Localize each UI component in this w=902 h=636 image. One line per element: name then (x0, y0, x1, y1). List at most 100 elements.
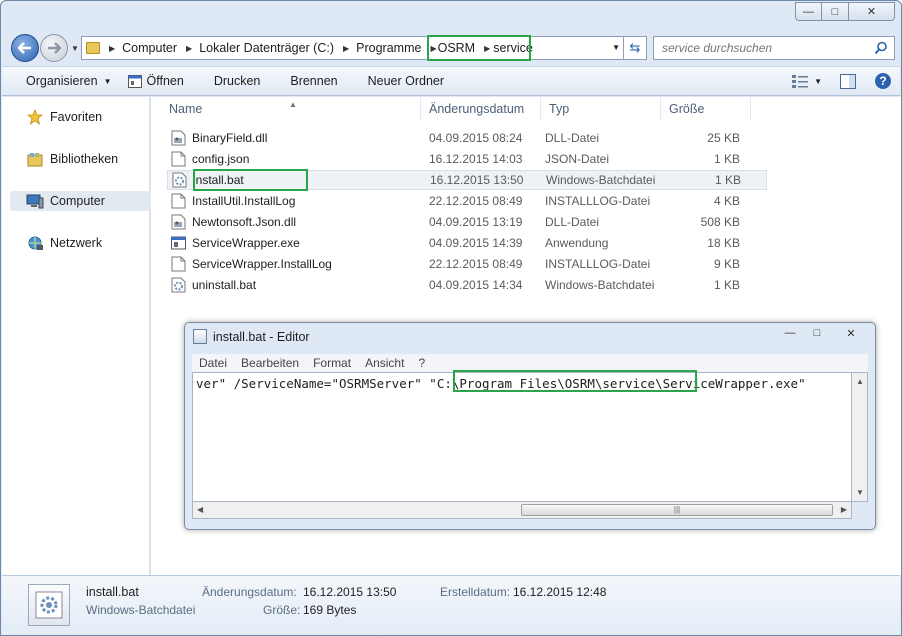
organize-button[interactable]: Organisieren ▼ (2, 74, 124, 88)
file-name-cell: BinaryField.dll (167, 130, 423, 146)
file-size: 25 KB (707, 131, 740, 145)
search-icon[interactable] (874, 41, 888, 55)
chevron-right-icon[interactable]: ▶ (343, 44, 349, 53)
details-pane: install.bat Windows-Batchdatei Änderungs… (2, 575, 900, 635)
recent-pages-dropdown[interactable]: ▼ (71, 44, 79, 53)
details-size-label: Größe: (263, 603, 301, 617)
editor-vertical-scrollbar[interactable]: ▲ ▼ (852, 372, 868, 502)
editor-close-button[interactable]: ✕ (831, 324, 871, 342)
file-row[interactable]: uninstall.bat 04.09.2015 14:34 Windows-Bat… (167, 275, 767, 295)
details-modified-value: 16.12.2015 13:50 (303, 585, 397, 599)
back-button[interactable] (11, 34, 39, 62)
refresh-button[interactable]: ⇆ (623, 36, 647, 60)
minimize-button[interactable]: — (795, 2, 822, 21)
scroll-left-arrow-icon[interactable]: ◀ (197, 505, 203, 514)
scroll-up-arrow-icon[interactable]: ▲ (856, 377, 864, 386)
print-label: Drucken (213, 74, 261, 88)
svg-text:?: ? (879, 74, 886, 88)
editor-line-prefix: ver" /ServiceName="OSRMServer" " (196, 376, 437, 391)
burn-button[interactable]: Brennen (272, 74, 349, 88)
menu-format[interactable]: Format (306, 354, 358, 372)
column-date[interactable]: Änderungsdatum (421, 97, 541, 121)
nav-label-network: Netzwerk (50, 236, 103, 250)
column-name-label: Name (169, 102, 203, 116)
menu-ansicht[interactable]: Ansicht (358, 354, 411, 372)
editor-horizontal-scrollbar[interactable]: ◀ ||| ▶ (192, 502, 852, 519)
file-row[interactable]: ServiceWrapper.InstallLog 22.12.2015 08:4… (167, 254, 767, 274)
file-date: 04.09.2015 08:24 (429, 131, 523, 145)
column-name[interactable]: Name ▲ (151, 97, 421, 121)
file-row[interactable]: ServiceWrapper.exe 04.09.2015 14:39 Anwend… (167, 233, 767, 253)
details-modified-label: Änderungsdatum: (202, 585, 297, 599)
menu-help[interactable]: ? (411, 354, 432, 372)
file-size: 9 KB (713, 257, 740, 271)
folder-icon (86, 42, 100, 54)
change-view-button[interactable]: ▼ (792, 74, 822, 88)
file-icon (171, 151, 186, 167)
file-icon (171, 256, 186, 272)
print-button[interactable]: Drucken (196, 74, 273, 88)
file-date: 04.09.2015 14:34 (429, 278, 523, 292)
chevron-right-icon[interactable]: ▶ (186, 44, 192, 53)
nav-item-libraries[interactable]: Bibliotheken (26, 149, 164, 169)
dll-icon (171, 130, 186, 146)
view-controls: ▼ ? (792, 72, 892, 90)
computer-icon (26, 193, 44, 209)
star-icon (26, 109, 44, 125)
file-date: 22.12.2015 08:49 (429, 194, 523, 208)
nav-item-computer[interactable]: Computer (10, 191, 150, 211)
file-row[interactable]: Newtonsoft.Json.dll 04.09.2015 13:19 DLL-D… (167, 212, 767, 232)
chevron-down-icon: ▼ (814, 76, 822, 86)
path-highlight-box (453, 370, 697, 392)
file-row[interactable]: config.json 16.12.2015 14:03 JSON-Datei 1 K… (167, 149, 767, 169)
forward-button[interactable] (40, 34, 68, 62)
new-folder-button[interactable]: Neuer Ordner (350, 74, 456, 88)
notepad-icon (193, 329, 207, 344)
file-date: 16.12.2015 14:03 (429, 152, 523, 166)
nav-item-network[interactable]: Netzwerk (26, 233, 164, 253)
file-name: Newtonsoft.Json.dll (192, 215, 297, 229)
editor-maximize-button[interactable]: □ (804, 324, 830, 342)
horizontal-scroll-thumb[interactable]: ||| (521, 504, 833, 516)
editor-window: install.bat - Editor — □ ✕ Datei Bearbei… (184, 322, 876, 530)
file-name-cell: ServiceWrapper.InstallLog (167, 256, 423, 272)
file-type: DLL-Datei (545, 215, 600, 229)
file-row[interactable]: InstallUtil.InstallLog 22.12.2015 08:49 IN… (167, 191, 767, 211)
close-button[interactable]: ✕ (849, 2, 895, 21)
file-size: 1 KB (713, 152, 740, 166)
column-type[interactable]: Typ (541, 97, 661, 121)
open-button[interactable]: Öffnen (124, 74, 196, 88)
breadcrumb-drive-c[interactable]: Lokaler Datenträger (C:) (199, 41, 334, 55)
menu-datei[interactable]: Datei (192, 354, 234, 372)
breadcrumb-computer[interactable]: Computer (122, 41, 177, 55)
window-controls: — □ ✕ (795, 2, 895, 21)
address-bar[interactable]: ▶ Computer ▶ Lokaler Datenträger (C:) ▶ … (81, 36, 627, 60)
editor-minimize-button[interactable]: — (777, 324, 803, 342)
maximize-button[interactable]: □ (822, 2, 849, 21)
nav-item-favorites[interactable]: Favoriten (26, 107, 164, 127)
editor-titlebar: install.bat - Editor (193, 329, 310, 344)
column-type-label: Typ (549, 102, 570, 116)
scroll-down-arrow-icon[interactable]: ▼ (856, 488, 864, 497)
file-name: config.json (192, 152, 250, 166)
search-input[interactable] (662, 41, 872, 55)
file-row[interactable]: BinaryField.dll 04.09.2015 08:24 DLL-Datei… (167, 128, 767, 148)
details-filename: install.bat (86, 585, 139, 599)
app-icon (127, 74, 142, 88)
refresh-icon: ⇆ (629, 40, 641, 55)
file-date: 22.12.2015 08:49 (429, 257, 523, 271)
search-box[interactable] (653, 36, 895, 60)
nav-label-favorites: Favoriten (50, 110, 103, 124)
address-history-dropdown[interactable]: ▼ (612, 43, 620, 52)
menu-bearbeiten[interactable]: Bearbeiten (234, 354, 306, 372)
preview-pane-icon[interactable] (840, 73, 856, 89)
column-date-label: Änderungsdatum (429, 102, 525, 116)
breadcrumb-programme[interactable]: Programme (356, 41, 421, 55)
nav-label-libraries: Bibliotheken (50, 152, 119, 166)
file-name-cell: uninstall.bat (167, 277, 423, 293)
help-icon[interactable]: ? (874, 72, 892, 90)
file-type: INSTALLLOG-Datei (545, 257, 651, 271)
column-size[interactable]: Größe (661, 97, 751, 121)
organize-label: Organisieren (26, 74, 98, 88)
scroll-right-arrow-icon[interactable]: ▶ (841, 505, 847, 514)
